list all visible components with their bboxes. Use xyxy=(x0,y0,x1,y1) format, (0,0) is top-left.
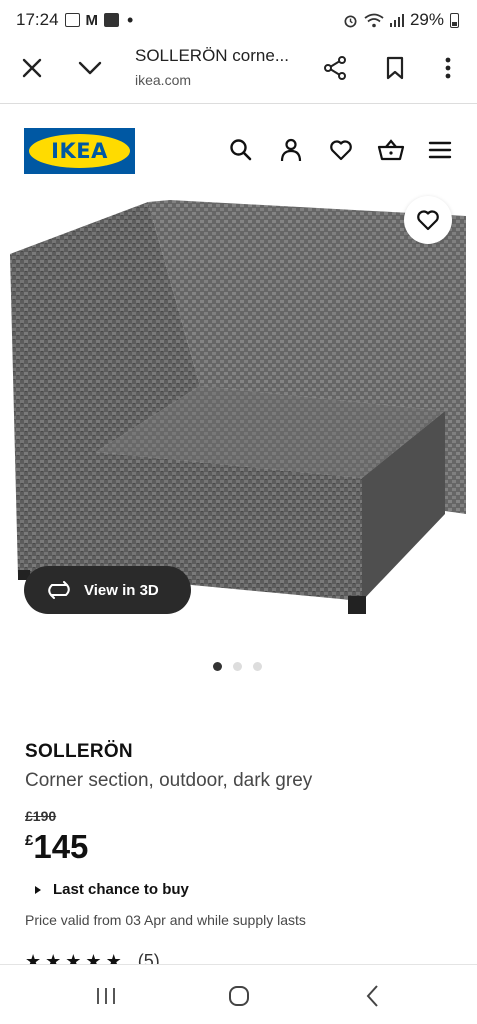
search-icon[interactable] xyxy=(228,137,254,163)
current-price: £ 145 xyxy=(25,828,88,866)
view-in-3d-button[interactable]: View in 3D xyxy=(24,566,191,614)
product-name: SOLLERÖN xyxy=(25,741,133,762)
close-icon[interactable] xyxy=(18,54,46,82)
alarm-icon xyxy=(344,14,357,27)
more-notifications-icon: • xyxy=(127,10,134,30)
chevron-down-icon[interactable] xyxy=(76,54,104,82)
gallery-notification-icon xyxy=(64,13,80,27)
signal-icon xyxy=(389,14,404,27)
review-count: (5) xyxy=(137,952,160,964)
status-time: 17:24 xyxy=(16,10,59,29)
star-icon: ★ xyxy=(105,952,122,964)
price-amount: 145 xyxy=(33,828,89,865)
status-bar: 17:24 M • 29% xyxy=(0,0,477,40)
view-in-3d-label: View in 3D xyxy=(84,581,159,599)
carousel-indicator xyxy=(213,662,262,671)
price-currency: £ xyxy=(25,832,34,849)
star-icon: ★ xyxy=(45,952,62,964)
page-url: ikea.com xyxy=(135,72,192,88)
heart-icon xyxy=(417,210,439,231)
carousel-dot-1[interactable] xyxy=(213,662,222,671)
page-title-block[interactable]: SOLLERÖN corne... ikea.com xyxy=(135,46,310,88)
carousel-dot-3[interactable] xyxy=(253,662,262,671)
last-chance-toggle[interactable]: Last chance to buy xyxy=(35,881,189,898)
battery-percent: 29% xyxy=(409,10,444,29)
star-icon: ★ xyxy=(25,952,42,964)
user-icon[interactable] xyxy=(278,137,304,163)
rating-row[interactable]: ★ ★ ★ ★ ★ (5) xyxy=(25,952,160,964)
favourite-button[interactable] xyxy=(404,196,452,244)
basket-icon[interactable] xyxy=(377,137,405,163)
battery-icon xyxy=(450,12,459,28)
heart-icon[interactable] xyxy=(328,137,354,163)
rotate-3d-icon xyxy=(48,581,70,599)
logo-oval: IKEA xyxy=(29,134,130,168)
price-validity-note: Price valid from 03 Apr and while supply… xyxy=(25,912,306,928)
previous-price: £190 xyxy=(25,808,57,824)
home-icon[interactable] xyxy=(224,981,254,1011)
carousel-dot-2[interactable] xyxy=(233,662,242,671)
product-description: Corner section, outdoor, dark grey xyxy=(25,770,313,791)
back-icon[interactable] xyxy=(358,981,388,1011)
star-icon: ★ xyxy=(85,952,102,964)
calendar-notification-icon xyxy=(104,13,120,27)
more-vertical-icon[interactable] xyxy=(440,54,456,82)
share-icon[interactable] xyxy=(322,55,348,81)
last-chance-label: Last chance to buy xyxy=(53,881,189,898)
menu-icon[interactable] xyxy=(428,137,454,163)
logo-text: IKEA xyxy=(51,139,108,163)
star-icon: ★ xyxy=(65,952,82,964)
bookmark-icon[interactable] xyxy=(383,55,407,81)
caret-right-icon xyxy=(35,885,41,894)
gmail-notification-icon: M xyxy=(85,11,99,29)
ikea-logo[interactable]: IKEA xyxy=(24,128,135,174)
system-nav-bar xyxy=(0,964,477,1024)
wifi-icon xyxy=(364,13,384,27)
page-title: SOLLERÖN corne... xyxy=(135,46,290,65)
browser-toolbar: SOLLERÖN corne... ikea.com xyxy=(0,40,477,104)
recent-apps-icon[interactable] xyxy=(91,981,121,1011)
site-header: IKEA xyxy=(0,104,477,194)
